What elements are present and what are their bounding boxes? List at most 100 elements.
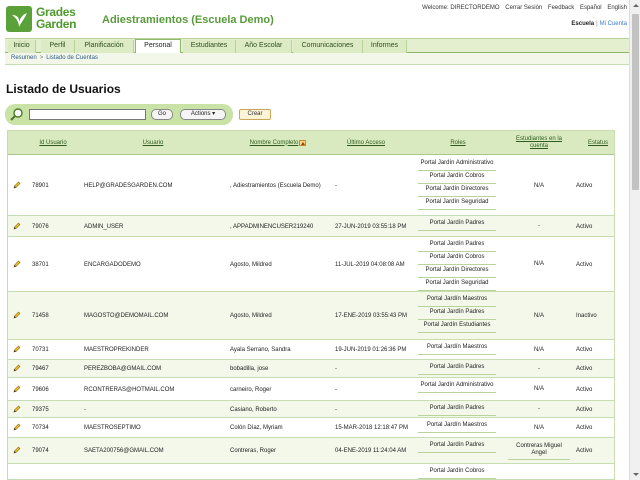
cell-estudiantes: - <box>538 406 540 412</box>
edit-pencil-icon[interactable] <box>13 446 21 454</box>
cell-usuario[interactable] <box>84 464 224 479</box>
breadcrumb-listado[interactable]: Listado de Cuentas <box>46 55 98 61</box>
cell-nombre: Casiano, Roberto <box>230 406 277 413</box>
tab-estudiantes[interactable]: Estudiantes <box>183 40 236 53</box>
cell-roles: Portal Jardín Maestros Portal Jardín Padr… <box>418 294 496 333</box>
table-row: 78901 HELP@GRADESGARDEN.COM , Adiestramien… <box>8 156 614 216</box>
cell-id-usuario: 70731 <box>32 347 49 353</box>
spanish-link[interactable]: Español <box>580 5 602 11</box>
vertical-scrollbar[interactable] <box>629 0 640 480</box>
cell-estudiantes: - <box>538 223 540 229</box>
cell-estatus: Inactivo <box>576 313 597 319</box>
feedback-link[interactable]: Feedback <box>548 5 574 11</box>
escuela-link[interactable]: Escuela <box>571 21 594 27</box>
search-input[interactable] <box>29 109 146 120</box>
tab-personal[interactable]: Personal <box>135 39 181 54</box>
tab-inicio[interactable]: Inicio <box>8 40 36 53</box>
cell-estudiantes: N/A <box>533 312 544 319</box>
col-estatus[interactable]: Estatus <box>583 131 613 155</box>
cell-nombre: , APPADMINENCUSER219240 <box>230 223 314 230</box>
edit-pencil-icon[interactable] <box>13 181 21 189</box>
col-nombre-label: Nombre Completo <box>249 139 299 146</box>
grades-garden-logo[interactable]: Grades Garden <box>6 6 94 36</box>
main-nav: Inicio Perfil Planificación Personal Est… <box>5 38 629 54</box>
cell-usuario[interactable]: HELP@GRADESGARDEN.COM <box>84 156 224 216</box>
breadcrumb-arrow: > <box>39 55 44 61</box>
role-item: Portal Jardín Cobros <box>418 466 496 479</box>
cell-estudiantes: - <box>538 365 540 372</box>
logout-link[interactable]: Cerrar Sesión <box>505 5 542 11</box>
tab-perfil[interactable]: Perfil <box>41 40 75 53</box>
edit-pencil-icon[interactable] <box>13 222 21 230</box>
cell-nombre: Colón Díaz, Myriam <box>230 425 283 431</box>
edit-pencil-icon[interactable] <box>13 423 21 431</box>
col-ultimo-acceso[interactable]: Último Acceso <box>336 131 396 155</box>
col-roles[interactable]: Roles <box>438 131 478 155</box>
crear-button[interactable]: Crear <box>239 109 271 120</box>
table-header: Id Usuario Usuario Nombre Completo Últim… <box>8 131 614 155</box>
table-row: 71458 MAGOSTO@DEMOMAIL.COM Agosto, Mildred… <box>8 292 614 340</box>
tab-comunicaciones[interactable]: Comunicaciones <box>293 40 363 53</box>
col-usuario[interactable]: Usuario <box>128 131 178 155</box>
actions-label: Actions <box>190 111 211 117</box>
role-item: Portal Jardín Maestros <box>418 420 496 433</box>
cell-roles: Portal Jardín Padres <box>418 403 496 416</box>
cell-usuario[interactable]: MAESTROSEPTIMO <box>84 418 224 438</box>
cell-estudiantes: Contreras Miguel Angel <box>508 438 570 464</box>
cell-usuario[interactable]: RCONTRERAS@HOTMAIL.COM <box>84 378 224 401</box>
search-icon[interactable] <box>9 107 24 122</box>
edit-pencil-icon[interactable] <box>13 345 21 353</box>
edit-pencil-icon[interactable] <box>13 311 21 319</box>
leaf-icon <box>6 6 32 32</box>
role-item: Portal Jardín Directores <box>418 184 496 197</box>
cell-usuario[interactable]: MAESTROPREKINDER <box>84 340 224 360</box>
tab-planificacion[interactable]: Planificación <box>75 40 134 53</box>
scroll-up-arrow-icon[interactable] <box>630 0 640 11</box>
cell-id-usuario: 79375 <box>32 406 49 413</box>
tab-informes[interactable]: Informes <box>363 40 407 53</box>
edit-pencil-icon[interactable] <box>13 385 21 393</box>
col-id-usuario[interactable]: Id Usuario <box>32 131 74 155</box>
role-item: Portal Jardín Padres <box>418 362 496 375</box>
table-row: 79375- Casiano, Roberto - Portal Jardín Pad… <box>8 401 614 418</box>
cell-usuario[interactable]: ENCARGADODEMO <box>84 237 224 292</box>
edit-pencil-icon[interactable] <box>13 260 21 268</box>
chevron-down-icon: ▾ <box>212 111 216 117</box>
cell-estatus <box>576 464 614 479</box>
tab-ano-escolar[interactable]: Año Escolar <box>236 40 292 53</box>
table-row: Portal Jardín Cobros <box>8 464 614 479</box>
col-estudiantes[interactable]: Estudiantes en la cuenta <box>511 131 567 155</box>
cell-usuario[interactable]: MAGOSTO@DEMOMAIL.COM <box>84 292 224 340</box>
actions-button[interactable]: Actions ▾ <box>180 109 226 120</box>
cell-estudiantes: N/A <box>533 346 544 353</box>
header: Grades Garden Adiestramientos (Escuela D… <box>0 0 629 38</box>
cell-usuario[interactable]: - <box>84 401 224 418</box>
role-item: Portal Jardín Cobros <box>418 171 496 184</box>
cell-usuario[interactable]: PEREZBOBA@GMAIL.COM <box>84 360 224 378</box>
cell-estudiantes: N/A <box>533 182 544 189</box>
breadcrumb-resumen[interactable]: Resumen <box>11 55 37 61</box>
cell-roles: Portal Jardín Cobros <box>418 466 496 479</box>
cell-roles: Portal Jardín Padres <box>418 440 496 453</box>
cell-usuario[interactable]: ADMIN_USER <box>84 216 224 237</box>
role-item: Portal Jardín Seguridad <box>418 197 496 210</box>
col-nombre-completo[interactable]: Nombre Completo <box>238 131 318 155</box>
account-links: Escuela | Mi Cuenta <box>571 21 627 27</box>
scroll-thumb[interactable] <box>632 14 639 190</box>
english-link[interactable]: English <box>607 5 627 11</box>
role-item: Portal Jardín Directores <box>418 265 496 278</box>
scroll-down-arrow-icon[interactable] <box>630 469 640 480</box>
search-bar: Go Actions ▾ <box>5 104 233 125</box>
edit-pencil-icon[interactable] <box>13 364 21 372</box>
cell-id-usuario: 71458 <box>32 313 49 319</box>
edit-pencil-icon[interactable] <box>13 405 21 413</box>
cell-ultimo-acceso <box>335 464 413 479</box>
go-button[interactable]: Go <box>151 109 173 120</box>
sort-ascending-icon[interactable] <box>299 140 307 146</box>
cell-usuario[interactable]: SAETA200756@GMAIL.COM <box>84 438 224 464</box>
mi-cuenta-link[interactable]: Mi Cuenta <box>600 21 627 27</box>
cell-ultimo-acceso: - <box>335 386 337 393</box>
cell-estatus: Activo <box>576 261 593 268</box>
cell-nombre: , Adiestramientos (Escuela Demo) <box>230 183 321 189</box>
top-links: Welcome: DIRECTORDEMO Cerrar Sesión Feed… <box>418 5 627 11</box>
